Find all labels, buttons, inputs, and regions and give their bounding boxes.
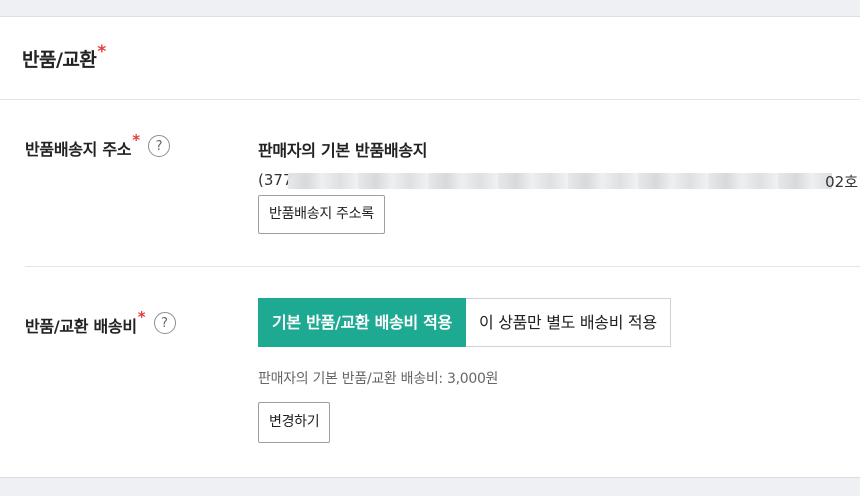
- help-icon[interactable]: ?: [148, 135, 171, 157]
- return-fee-content: 기본 반품/교환 배송비 적용 이 상품만 별도 배송비 적용 판매자의 기본 …: [258, 298, 671, 443]
- change-fee-button[interactable]: 변경하기: [258, 402, 331, 443]
- fee-option-toggle: 기본 반품/교환 배송비 적용 이 상품만 별도 배송비 적용: [258, 298, 671, 347]
- default-return-address-title: 판매자의 기본 반품배송지: [258, 141, 428, 160]
- required-asterisk: *: [137, 308, 146, 326]
- section-title: 반품/교환: [22, 48, 97, 71]
- default-fee-option[interactable]: 기본 반품/교환 배송비 적용: [258, 298, 466, 347]
- separate-fee-option[interactable]: 이 상품만 별도 배송비 적용: [465, 298, 671, 347]
- return-fee-label-group: 반품/교환 배송비 * ?: [25, 308, 176, 337]
- return-address-content: 판매자의 기본 반품배송지 (377 02호 반품배송지 주소록: [258, 137, 858, 234]
- return-address-label-group: 반품배송지 주소 * ?: [25, 131, 171, 160]
- address-blurred-region: [288, 173, 832, 189]
- section-header: 반품/교환 *: [0, 17, 860, 100]
- return-address-row: 반품배송지 주소 * ? 판매자의 기본 반품배송지 (377 02호 반품배송…: [25, 117, 860, 267]
- return-address-line: (377 02호: [258, 171, 858, 191]
- return-fee-row: 반품/교환 배송비 * ? 기본 반품/교환 배송비 적용 이 상품만 별도 배…: [25, 267, 860, 478]
- top-background-strip: [0, 0, 860, 17]
- required-asterisk: *: [132, 131, 141, 149]
- return-fee-label: 반품/교환 배송비: [25, 317, 137, 336]
- return-address-book-button[interactable]: 반품배송지 주소록: [258, 195, 385, 234]
- address-visible-end: 02호: [825, 173, 858, 191]
- return-address-label: 반품배송지 주소: [25, 140, 132, 159]
- return-exchange-section: 반품/교환 * 반품배송지 주소 * ? 판매자의 기본 반품배송지 (377 …: [0, 17, 860, 478]
- help-icon[interactable]: ?: [153, 312, 176, 334]
- required-asterisk: *: [97, 42, 107, 62]
- default-fee-text: 판매자의 기본 반품/교환 배송비: 3,000원: [258, 371, 499, 387]
